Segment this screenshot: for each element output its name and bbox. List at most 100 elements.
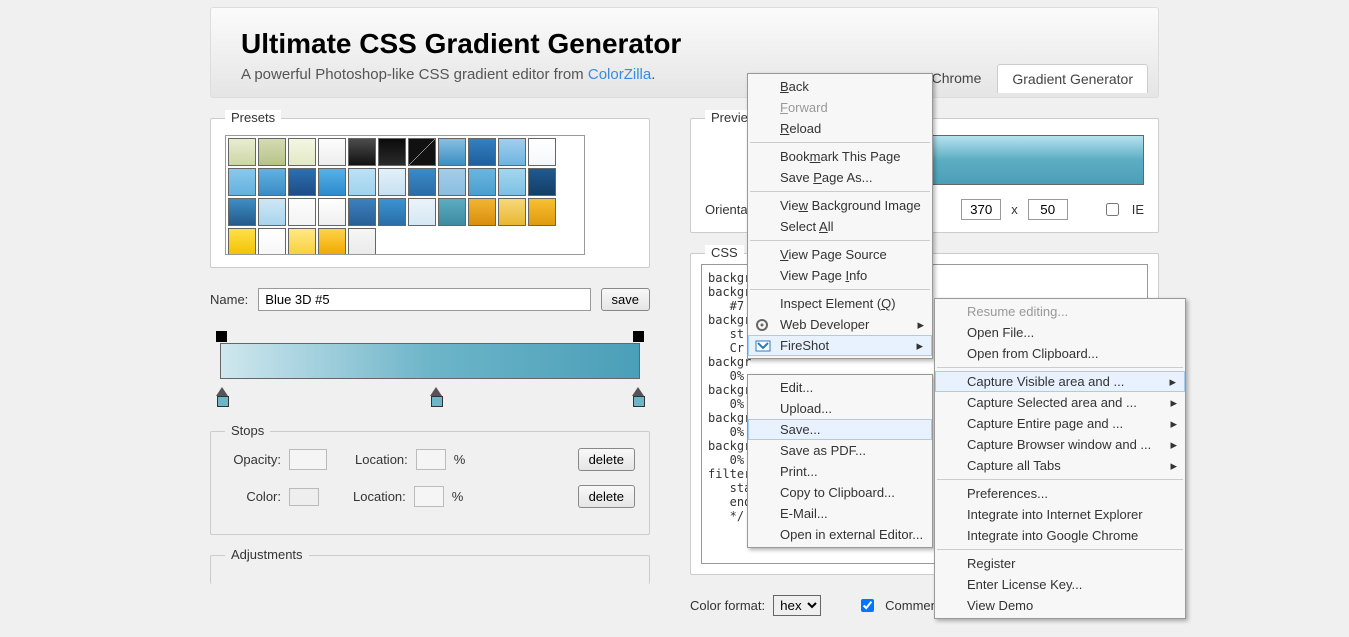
ctx-fs-view-demo[interactable]: View Demo (935, 595, 1185, 616)
save-button[interactable]: save (601, 288, 650, 311)
opacity-location-input[interactable] (416, 449, 446, 470)
preset-swatch[interactable] (438, 138, 466, 166)
preset-swatch[interactable] (468, 198, 496, 226)
ctx-fs-integrate-ie[interactable]: Integrate into Internet Explorer (935, 504, 1185, 525)
ctx-reload[interactable]: Reload (748, 118, 932, 139)
name-input[interactable] (258, 288, 590, 311)
preset-swatch[interactable] (528, 168, 556, 196)
ctx-fs-print[interactable]: Print... (748, 461, 932, 482)
preset-swatch[interactable] (288, 138, 316, 166)
color-stop-1[interactable] (216, 387, 228, 396)
ctx-fs-capture-tabs[interactable]: Capture all Tabs▸ (935, 455, 1185, 476)
gear-icon (754, 317, 770, 333)
ie-checkbox[interactable] (1106, 203, 1119, 216)
preset-swatch[interactable] (258, 198, 286, 226)
ctx-fs-integrate-chrome[interactable]: Integrate into Google Chrome (935, 525, 1185, 546)
colorzilla-link[interactable]: ColorZilla (588, 66, 651, 83)
preset-swatch[interactable] (288, 168, 316, 196)
preset-swatch[interactable] (498, 168, 526, 196)
preset-swatch[interactable] (348, 228, 376, 255)
preset-swatch[interactable] (438, 198, 466, 226)
preset-swatch[interactable] (498, 198, 526, 226)
presets-grid[interactable] (225, 135, 585, 255)
preset-swatch[interactable] (348, 168, 376, 196)
opacity-stop-right[interactable] (633, 331, 644, 342)
ctx-save-page-as[interactable]: Save Page As... (748, 167, 932, 188)
color-stop-3[interactable] (632, 387, 644, 396)
gradient-bar[interactable] (220, 343, 640, 379)
preset-swatch[interactable] (468, 168, 496, 196)
ctx-view-page-source[interactable]: View Page Source (748, 244, 932, 265)
opacity-location-label: Location: (355, 452, 408, 467)
tab-gradient-generator[interactable]: Gradient Generator (997, 64, 1148, 93)
comments-checkbox[interactable] (861, 599, 874, 612)
opacity-stop-left[interactable] (216, 331, 227, 342)
ctx-fs-open-file[interactable]: Open File... (935, 322, 1185, 343)
preset-swatch[interactable] (408, 138, 436, 166)
preset-swatch[interactable] (468, 138, 496, 166)
preset-swatch[interactable] (258, 168, 286, 196)
preset-swatch[interactable] (228, 168, 256, 196)
color-format-select[interactable]: hex (773, 595, 821, 616)
ctx-inspect-element[interactable]: Inspect Element (Q) (748, 293, 932, 314)
ctx-fs-upload[interactable]: Upload... (748, 398, 932, 419)
ctx-back[interactable]: Back (748, 76, 932, 97)
ctx-fs-email[interactable]: E-Mail... (748, 503, 932, 524)
color-location-input[interactable] (414, 486, 444, 507)
ctx-fs-preferences[interactable]: Preferences... (935, 483, 1185, 504)
preset-swatch[interactable] (288, 198, 316, 226)
preset-swatch[interactable] (378, 168, 406, 196)
preset-swatch[interactable] (348, 138, 376, 166)
color-input[interactable] (289, 488, 319, 506)
preset-swatch[interactable] (528, 198, 556, 226)
ctx-select-all[interactable]: Select All (748, 216, 932, 237)
ctx-fireshot[interactable]: FireShot▸ (748, 335, 932, 356)
ctx-fs-save[interactable]: Save... (748, 419, 932, 440)
preset-swatch[interactable] (228, 198, 256, 226)
preset-swatch[interactable] (378, 198, 406, 226)
preset-swatch[interactable] (228, 228, 256, 255)
preset-swatch[interactable] (228, 138, 256, 166)
ctx-fs-capture-selected[interactable]: Capture Selected area and ...▸ (935, 392, 1185, 413)
preset-swatch[interactable] (528, 138, 556, 166)
ctx-bookmark[interactable]: Bookmark This Page (748, 146, 932, 167)
size-width-input[interactable] (961, 199, 1001, 220)
preset-swatch[interactable] (318, 168, 346, 196)
ctx-fs-save-pdf[interactable]: Save as PDF... (748, 440, 932, 461)
ctx-fs-capture-visible[interactable]: Capture Visible area and ...▸ (935, 371, 1185, 392)
ctx-fs-capture-entire[interactable]: Capture Entire page and ...▸ (935, 413, 1185, 434)
color-delete-button[interactable]: delete (578, 485, 635, 508)
preset-swatch[interactable] (438, 168, 466, 196)
preset-swatch[interactable] (288, 228, 316, 255)
preset-swatch[interactable] (318, 198, 346, 226)
ctx-fs-register[interactable]: Register (935, 553, 1185, 574)
ctx-web-developer[interactable]: Web Developer▸ (748, 314, 932, 335)
presets-legend: Presets (225, 110, 281, 125)
context-menu-fireshot-actions: Edit... Upload... Save... Save as PDF...… (747, 374, 933, 548)
ctx-fs-resume: Resume editing... (935, 301, 1185, 322)
ctx-fs-capture-window[interactable]: Capture Browser window and ...▸ (935, 434, 1185, 455)
preset-swatch[interactable] (378, 138, 406, 166)
size-height-input[interactable] (1028, 199, 1068, 220)
ctx-fs-open-clipboard[interactable]: Open from Clipboard... (935, 343, 1185, 364)
ctx-view-bg-image[interactable]: View Background Image (748, 195, 932, 216)
color-stop-2[interactable] (430, 387, 442, 396)
preset-swatch[interactable] (498, 138, 526, 166)
context-menu-browser: Back Forward Reload Bookmark This Page S… (747, 73, 933, 359)
ctx-view-page-info[interactable]: View Page Info (748, 265, 932, 286)
opacity-input[interactable] (289, 449, 327, 470)
preset-swatch[interactable] (348, 198, 376, 226)
preset-swatch[interactable] (258, 138, 286, 166)
opacity-delete-button[interactable]: delete (578, 448, 635, 471)
preset-swatch[interactable] (408, 168, 436, 196)
ctx-fs-open-external[interactable]: Open in external Editor... (748, 524, 932, 545)
gradient-editor[interactable] (210, 331, 650, 401)
preset-swatch[interactable] (318, 228, 346, 255)
ctx-fs-edit[interactable]: Edit... (748, 377, 932, 398)
preset-swatch[interactable] (258, 228, 286, 255)
preset-swatch[interactable] (318, 138, 346, 166)
color-location-label: Location: (353, 489, 406, 504)
ctx-fs-license-key[interactable]: Enter License Key... (935, 574, 1185, 595)
ctx-fs-copy-clipboard[interactable]: Copy to Clipboard... (748, 482, 932, 503)
preset-swatch[interactable] (408, 198, 436, 226)
